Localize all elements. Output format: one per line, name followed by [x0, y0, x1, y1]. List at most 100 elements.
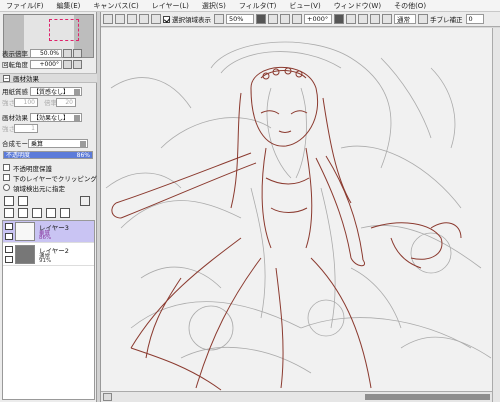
selection-source-radio[interactable]: 領域検出元に指定 [3, 183, 65, 193]
opacity-label: 不透明度 [6, 152, 31, 159]
zoom-select[interactable]: 50% [226, 14, 254, 24]
effect-strength-field[interactable]: 1 [14, 123, 38, 133]
rotate-value-field[interactable]: +000° [30, 59, 62, 69]
preserve-opacity-label: 不透明度保護 [13, 164, 52, 173]
rotate-row: 回転角度 +000° [2, 59, 82, 69]
zoom-out-icon[interactable] [268, 14, 278, 24]
rotate-label: 回転角度 [2, 61, 28, 69]
texture-select[interactable]: 【質感なし】 [30, 86, 82, 96]
left-panel: 表示倍率 50.0% 回転角度 +000° − 画材効果 用紙質感 【質感なし】… [0, 12, 97, 402]
toolbar-button[interactable] [115, 14, 125, 24]
zoom-in-icon[interactable] [280, 14, 290, 24]
effect-label: 画材効果 [2, 114, 28, 122]
blend-mode-label: 合成モード [2, 140, 35, 148]
opacity-value: 86% [76, 152, 90, 159]
toolbar-button[interactable] [127, 14, 137, 24]
preserve-opacity-checkbox[interactable]: 不透明度保護 [3, 163, 52, 173]
flip-horizontal-icon[interactable] [382, 14, 392, 24]
menu-edit[interactable]: 編集(E) [57, 1, 81, 11]
texture-row: 用紙質感 【質感なし】 [2, 86, 82, 96]
visibility-eye-icon[interactable] [5, 223, 13, 230]
blend-select[interactable]: 通常 [394, 14, 416, 24]
merge-down-icon[interactable] [18, 208, 28, 218]
texture-strength-field[interactable]: 100 [14, 97, 38, 107]
layer-item[interactable]: レイヤー2 通常 91% [3, 244, 94, 266]
texture-strength-label: 強さ [2, 99, 15, 107]
toolbar-button[interactable] [151, 14, 161, 24]
effect-select[interactable]: 【効果なし】 [30, 112, 82, 122]
horizontal-scroll-thumb[interactable] [365, 394, 490, 400]
stabilizer-field[interactable]: 0 [465, 14, 484, 24]
navigator-viewport-frame[interactable] [49, 19, 79, 41]
menu-view[interactable]: ビュー(V) [289, 1, 320, 11]
menu-select[interactable]: 選択(S) [202, 1, 226, 11]
edit-lock-icon[interactable] [5, 233, 13, 240]
layer-thumbnail [15, 222, 35, 241]
horizontal-scrollbar[interactable] [101, 391, 492, 402]
menu-bar: ファイル(F) 編集(E) キャンバス(C) レイヤー(L) 選択(S) フィル… [0, 0, 500, 12]
zoom-dropdown-icon[interactable] [256, 14, 266, 24]
texture-label: 用紙質感 [2, 88, 28, 96]
zoom-label: 表示倍率 [2, 50, 28, 58]
drawing-canvas[interactable] [101, 28, 500, 391]
clear-layer-icon[interactable] [46, 208, 56, 218]
layer-item[interactable]: レイヤー3 乗算 86% [3, 221, 94, 243]
menu-canvas[interactable]: キャンバス(C) [93, 1, 138, 11]
rotate-right-button[interactable] [73, 59, 82, 69]
paper-effects-title: 画材効果 [13, 75, 39, 83]
zoom-out-button[interactable] [63, 48, 72, 58]
layer-list: レイヤー3 乗算 86% レイヤー2 通常 91% [2, 220, 95, 400]
texture-scale-field[interactable]: 20 [56, 97, 76, 107]
checkbox-box[interactable] [3, 164, 10, 171]
rotate-left-button[interactable] [63, 59, 72, 69]
new-layer-icon[interactable] [4, 196, 14, 206]
scroll-left-icon[interactable] [103, 393, 112, 401]
edit-lock-icon[interactable] [5, 256, 13, 263]
checkbox-box[interactable] [3, 174, 10, 181]
blend-mode-select[interactable]: 乗算 [28, 138, 88, 148]
toolbar-button[interactable] [214, 14, 224, 24]
transfer-down-icon[interactable] [4, 208, 14, 218]
layer-opacity: 86% [39, 235, 52, 241]
rotate-reset-icon[interactable] [370, 14, 380, 24]
collapse-icon[interactable]: − [3, 74, 10, 82]
effect-select-value: 【効果なし】 [33, 114, 70, 122]
zoom-value-field[interactable]: 50.0% [30, 48, 62, 58]
toolbar-left-arrow-icon[interactable] [103, 14, 113, 24]
menu-layer[interactable]: レイヤー(L) [152, 1, 189, 11]
selection-source-label: 領域検出元に指定 [13, 184, 65, 193]
show-selection-checkbox[interactable] [163, 15, 170, 23]
stabilizer-icon[interactable] [418, 14, 428, 24]
zoom-in-button[interactable] [73, 48, 82, 58]
menu-file[interactable]: ファイル(F) [6, 1, 44, 11]
visibility-eye-icon[interactable] [5, 246, 13, 253]
paper-effects-header[interactable]: − 画材効果 [0, 73, 97, 83]
rotate-left-icon[interactable] [346, 14, 356, 24]
show-selection-label: 選択領域表示 [172, 16, 211, 24]
panel-options-icon[interactable] [80, 196, 90, 206]
rotate-select[interactable]: +000° [304, 14, 332, 24]
dropdown-arrow-icon [80, 140, 86, 147]
layer-opacity: 91% [39, 258, 52, 264]
zoom-reset-icon[interactable] [292, 14, 302, 24]
new-folder-icon[interactable] [18, 196, 28, 206]
texture-scale-label: 倍率 [44, 99, 57, 107]
merge-visible-icon[interactable] [32, 208, 42, 218]
clipping-checkbox[interactable]: 下のレイヤーでクリッピング [3, 173, 97, 183]
texture-strength-row: 強さ 100 倍率 20 [2, 97, 76, 107]
rotate-dropdown-icon[interactable] [334, 14, 344, 24]
radio-circle[interactable] [3, 184, 10, 191]
layer-thumbnail [15, 245, 35, 264]
vertical-scrollbar[interactable] [492, 28, 500, 402]
toolbar-button[interactable] [139, 14, 149, 24]
menu-other[interactable]: その他(O) [394, 1, 426, 11]
dropdown-arrow-icon [74, 114, 80, 121]
menu-filter[interactable]: フィルタ(T) [239, 1, 277, 11]
opacity-slider[interactable]: 不透明度 86% [3, 151, 93, 159]
menu-window[interactable]: ウィンドウ(W) [334, 1, 381, 11]
stabilizer-label: 手ブレ補正 [430, 16, 463, 24]
rotate-right-icon[interactable] [358, 14, 368, 24]
canvas-toolbar: 選択領域表示 50% +000° 通常 手ブレ補正 0 [101, 12, 500, 27]
delete-layer-icon[interactable] [60, 208, 70, 218]
effect-strength-label: 強さ [2, 125, 15, 133]
